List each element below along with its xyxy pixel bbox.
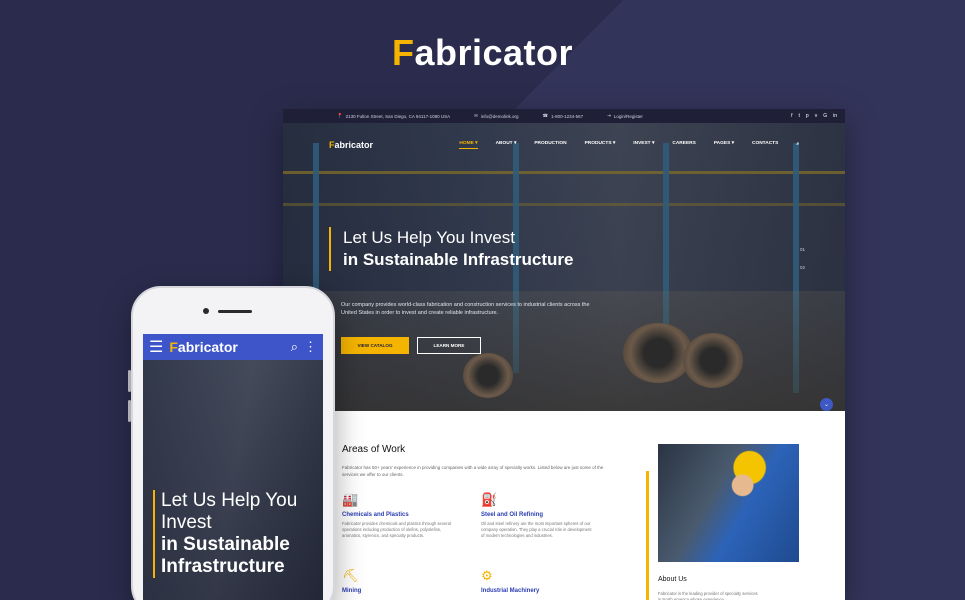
nav-item-production[interactable]: PRODUCTION [534,141,566,149]
pinterest-icon[interactable]: p [806,113,809,119]
areas-of-work-section: Areas of Work Fabricator has 50+ years' … [342,444,627,478]
location-icon: 📍 [337,113,343,118]
hero-line-1: Let Us Help You Invest [343,228,516,247]
area-description: Fabricator provides chemicals and plasti… [342,521,451,538]
area-title[interactable]: Mining [342,588,457,594]
phone-mockup: ☰ Fabricator ⌕ ⋮ Let Us Help You Invest … [131,286,335,600]
phone-screen: ☰ Fabricator ⌕ ⋮ Let Us Help You Invest … [143,334,323,600]
mobile-hero-line-1a: Let Us Help You [161,490,298,511]
mobile-hero-heading: Let Us Help You Invest in Sustainable In… [153,490,297,578]
nav-item-products[interactable]: PRODUCTS ▾ [585,141,616,149]
hero-section: Fabricator HOME ▾ ABOUT ▾ PRODUCTION PRO… [283,123,845,411]
top-info-bar: 📍 2130 Fulton Street, San Diego, CA 94117… [283,109,845,123]
social-links: f t p v G in [791,113,837,119]
nav-item-contacts[interactable]: CONTACTS [752,141,778,149]
desktop-mockup: 📍 2130 Fulton Street, San Diego, CA 94117… [283,109,845,600]
hero-beam [283,203,845,206]
brand-title: Fabricator [391,32,574,73]
mobile-hero-line-1b: Invest [161,512,212,533]
worker-photo [658,444,799,562]
search-icon[interactable]: ⌕ [796,141,799,149]
area-title[interactable]: Industrial Machinery [481,588,596,594]
pickaxe-icon: ⛏ [342,568,359,583]
facebook-icon[interactable]: f [791,113,792,119]
mobile-hero: Let Us Help You Invest in Sustainable In… [143,360,323,600]
phone-link[interactable]: 1-800-1234-567 [551,114,583,119]
factory-icon: 🏭 [342,492,359,507]
site-logo[interactable]: Fabricator [329,140,373,150]
nav-item-careers[interactable]: CAREERS [672,141,695,149]
area-title[interactable]: Steel and Oil Refining [481,512,596,518]
phone-speaker [218,310,252,313]
hero-description: Our company provides world-class fabrica… [341,302,590,316]
gear-icon: ⚙ [481,568,493,583]
view-catalog-button[interactable]: VIEW CATALOG [341,337,409,354]
twitter-icon[interactable]: t [799,113,800,119]
slide-indicator-1[interactable]: 01 [800,247,805,252]
areas-title: Areas of Work [342,444,406,455]
search-icon[interactable]: ⌕ [291,339,298,355]
nav-item-invest[interactable]: INVEST ▾ [633,141,654,149]
address-text: 2130 Fulton Street, San Diego, CA 94117-… [345,113,451,119]
hero-pipe [623,323,693,383]
scroll-down-icon[interactable]: ⌄ [820,398,833,411]
mobile-hero-line-2b: Infrastructure [161,556,285,577]
hero-heading: Let Us Help You Invest in Sustainable In… [329,227,574,271]
linkedin-icon[interactable]: in [833,113,837,119]
hero-pipe [683,333,743,388]
photo-accent-line [646,471,649,600]
nav-menu: HOME ▾ ABOUT ▾ PRODUCTION PRODUCTS ▾ INV… [459,141,799,149]
about-title: About Us [658,576,687,583]
about-section: About Us Fabricator is the leading provi… [658,576,758,600]
slide-indicator-2[interactable]: 02 [800,265,805,270]
nav-item-home[interactable]: HOME ▾ [459,141,478,149]
mobile-logo[interactable]: Fabricator [169,339,237,355]
about-description: Fabricator is the leading provider of sp… [658,591,758,600]
main-nav: Fabricator HOME ▾ ABOUT ▾ PRODUCTION PRO… [283,123,845,167]
fuel-icon: ⛽ [481,492,498,507]
mail-icon: ✉ [474,113,478,118]
menu-icon[interactable]: ☰ [149,337,163,357]
nav-item-pages[interactable]: PAGES ▾ [714,141,734,149]
more-icon[interactable]: ⋮ [304,339,317,355]
phone-camera [203,308,209,314]
phone-icon: ☎ [542,113,549,118]
hero-pipe [463,353,513,398]
area-card-mining[interactable]: ⛏ Mining [342,568,457,594]
hero-beam [283,171,845,174]
email-link[interactable]: info@demolink.org [481,114,519,119]
area-card-steel[interactable]: ⛽ Steel and Oil Refining Oil and steel r… [481,492,596,539]
mobile-header: ☰ Fabricator ⌕ ⋮ [143,334,323,360]
area-title[interactable]: Chemicals and Plastics [342,512,457,518]
google-icon[interactable]: G [823,113,827,119]
mobile-hero-line-2a: in Sustainable [161,534,290,555]
area-description: Oil and steel refinery are the most impo… [481,521,592,538]
area-card-chemicals[interactable]: 🏭 Chemicals and Plastics Fabricator prov… [342,492,457,539]
login-icon: ⇥ [607,113,611,118]
login-link[interactable]: Login/Register [614,114,643,119]
vimeo-icon[interactable]: v [815,113,818,119]
nav-item-about[interactable]: ABOUT ▾ [496,141,517,149]
areas-description: Fabricator has 50+ years' experience in … [342,465,604,477]
learn-more-button[interactable]: LEARN MORE [417,337,481,354]
area-card-machinery[interactable]: ⚙ Industrial Machinery [481,568,596,594]
hero-line-2: in Sustainable Infrastructure [343,250,574,269]
